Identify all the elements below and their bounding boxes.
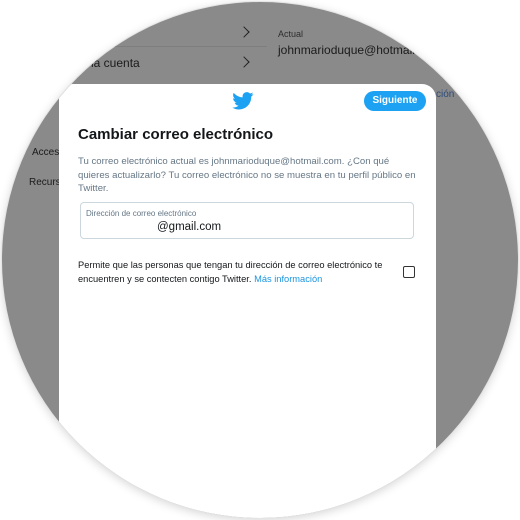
current-email-value: johnmarioduque@hotmail.com bbox=[278, 43, 441, 57]
chevron-right-icon[interactable] bbox=[238, 56, 250, 68]
email-field[interactable]: Dirección de correo electrónico @gmail.c… bbox=[80, 202, 414, 239]
modal-title: Cambiar correo electrónico bbox=[78, 126, 274, 143]
screenshot-frame: Actual johnmarioduque@hotmail.com a la c… bbox=[2, 2, 518, 518]
chevron-right-icon[interactable] bbox=[238, 26, 250, 38]
discoverability-label: Permite que las personas que tengan tu d… bbox=[78, 260, 383, 284]
discoverability-checkbox[interactable] bbox=[403, 266, 415, 278]
discoverability-text: Permite que las personas que tengan tu d… bbox=[78, 259, 396, 286]
email-field-label: Dirección de correo electrónico bbox=[86, 209, 197, 218]
menu-item-account[interactable]: a la cuenta bbox=[81, 56, 140, 70]
twitter-bird-icon bbox=[232, 92, 254, 110]
email-field-value[interactable]: @gmail.com bbox=[157, 221, 221, 233]
side-link[interactable]: ción bbox=[436, 89, 454, 100]
modal-description: Tu correo electrónico actual es johnmari… bbox=[78, 156, 416, 194]
change-email-modal: Siguiente Cambiar correo electrónico Tu … bbox=[59, 84, 436, 518]
next-button[interactable]: Siguiente bbox=[364, 91, 426, 111]
current-email-label: Actual bbox=[278, 29, 304, 39]
divider bbox=[62, 46, 267, 47]
more-info-link[interactable]: Más información bbox=[254, 274, 322, 284]
